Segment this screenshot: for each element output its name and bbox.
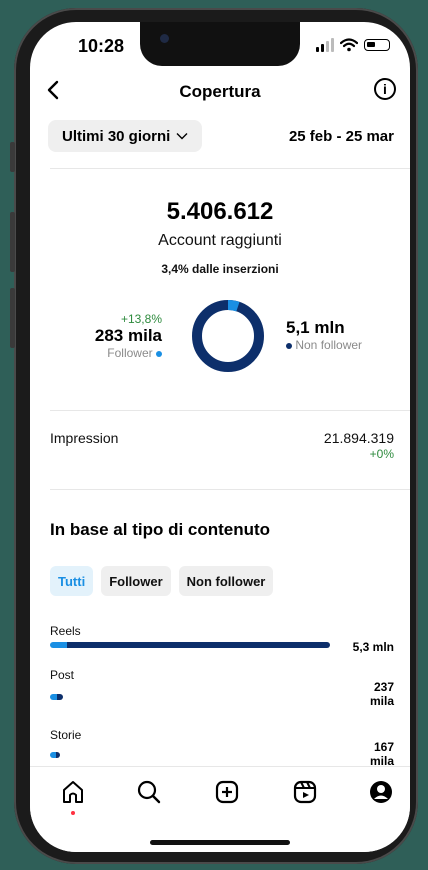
period-label: Ultimi 30 giorni: [62, 127, 171, 145]
content-tabs: Tutti Follower Non follower: [50, 566, 274, 596]
notification-dot: [71, 811, 75, 815]
non-follower-dot: [286, 342, 292, 349]
accounts-reached-label: Account raggiunti: [158, 232, 282, 249]
row-label-reels: Reels: [50, 624, 81, 638]
row-label-post: Post: [50, 668, 75, 682]
search-icon[interactable]: [136, 779, 162, 805]
non-followers-block: 5,1 mln Non follower: [286, 318, 362, 352]
bar-reels: [50, 642, 330, 648]
tab-follower[interactable]: Follower: [101, 566, 171, 596]
home-icon[interactable]: [60, 779, 86, 805]
accounts-reached-value: 5.406.612: [166, 198, 274, 225]
divider: [50, 489, 410, 490]
mute-switch: [10, 142, 15, 172]
reach-donut-chart: [192, 300, 264, 372]
reels-icon[interactable]: [292, 779, 318, 805]
followers-change: +13,8%: [120, 312, 162, 326]
row-label-storie: Storie: [50, 728, 82, 742]
period-dropdown[interactable]: Ultimi 30 giorni: [48, 120, 203, 152]
battery-icon: [364, 39, 390, 51]
impressions-value: 21.894.319: [323, 430, 394, 446]
divider: [50, 410, 410, 411]
profile-icon[interactable]: [368, 779, 394, 805]
row-value-reels: 5,3 mln: [352, 640, 394, 654]
volume-up-button: [10, 212, 15, 272]
status-time: 10:28: [78, 36, 125, 56]
non-followers-label: Non follower: [295, 338, 363, 352]
home-indicator: [150, 840, 290, 845]
section-title: In base al tipo di contenuto: [50, 520, 271, 539]
impressions-change: +0%: [369, 447, 394, 461]
non-followers-value: 5,1 mln: [286, 318, 345, 337]
page-title: Copertura: [179, 82, 261, 101]
signal-icon: [316, 38, 334, 52]
header: Copertura i: [30, 72, 410, 112]
screen: 10:28 Copertura i Ultimi 30 giorni 25 fe…: [30, 22, 410, 852]
from-ads-label: 3,4% dalle inserzioni: [161, 262, 279, 276]
notch: [140, 22, 300, 66]
non-follower-segment: [192, 300, 264, 372]
create-icon[interactable]: [214, 779, 240, 805]
wifi-icon: [340, 38, 358, 52]
row-value-post: 237 mila: [369, 680, 394, 708]
divider: [50, 168, 410, 169]
volume-down-button: [10, 288, 15, 348]
row-value-storie: 167 mila: [369, 740, 394, 768]
followers-label: Follower: [107, 346, 153, 360]
info-icon[interactable]: i: [374, 78, 396, 100]
date-range: 25 feb - 25 mar: [288, 128, 394, 145]
camera-icon: [160, 34, 169, 43]
tab-non-follower[interactable]: Non follower: [178, 566, 274, 596]
tab-tutti[interactable]: Tutti: [50, 566, 94, 596]
follower-dot: [156, 350, 162, 357]
followers-value: 283 mila: [94, 326, 162, 345]
impressions-label: Impression: [50, 430, 119, 446]
bar-post: [50, 694, 63, 700]
status-icons: [316, 38, 390, 52]
bar-storie: [50, 752, 60, 758]
followers-block: +13,8% 283 mila Follower: [95, 312, 162, 360]
chevron-down-icon: [176, 133, 188, 140]
